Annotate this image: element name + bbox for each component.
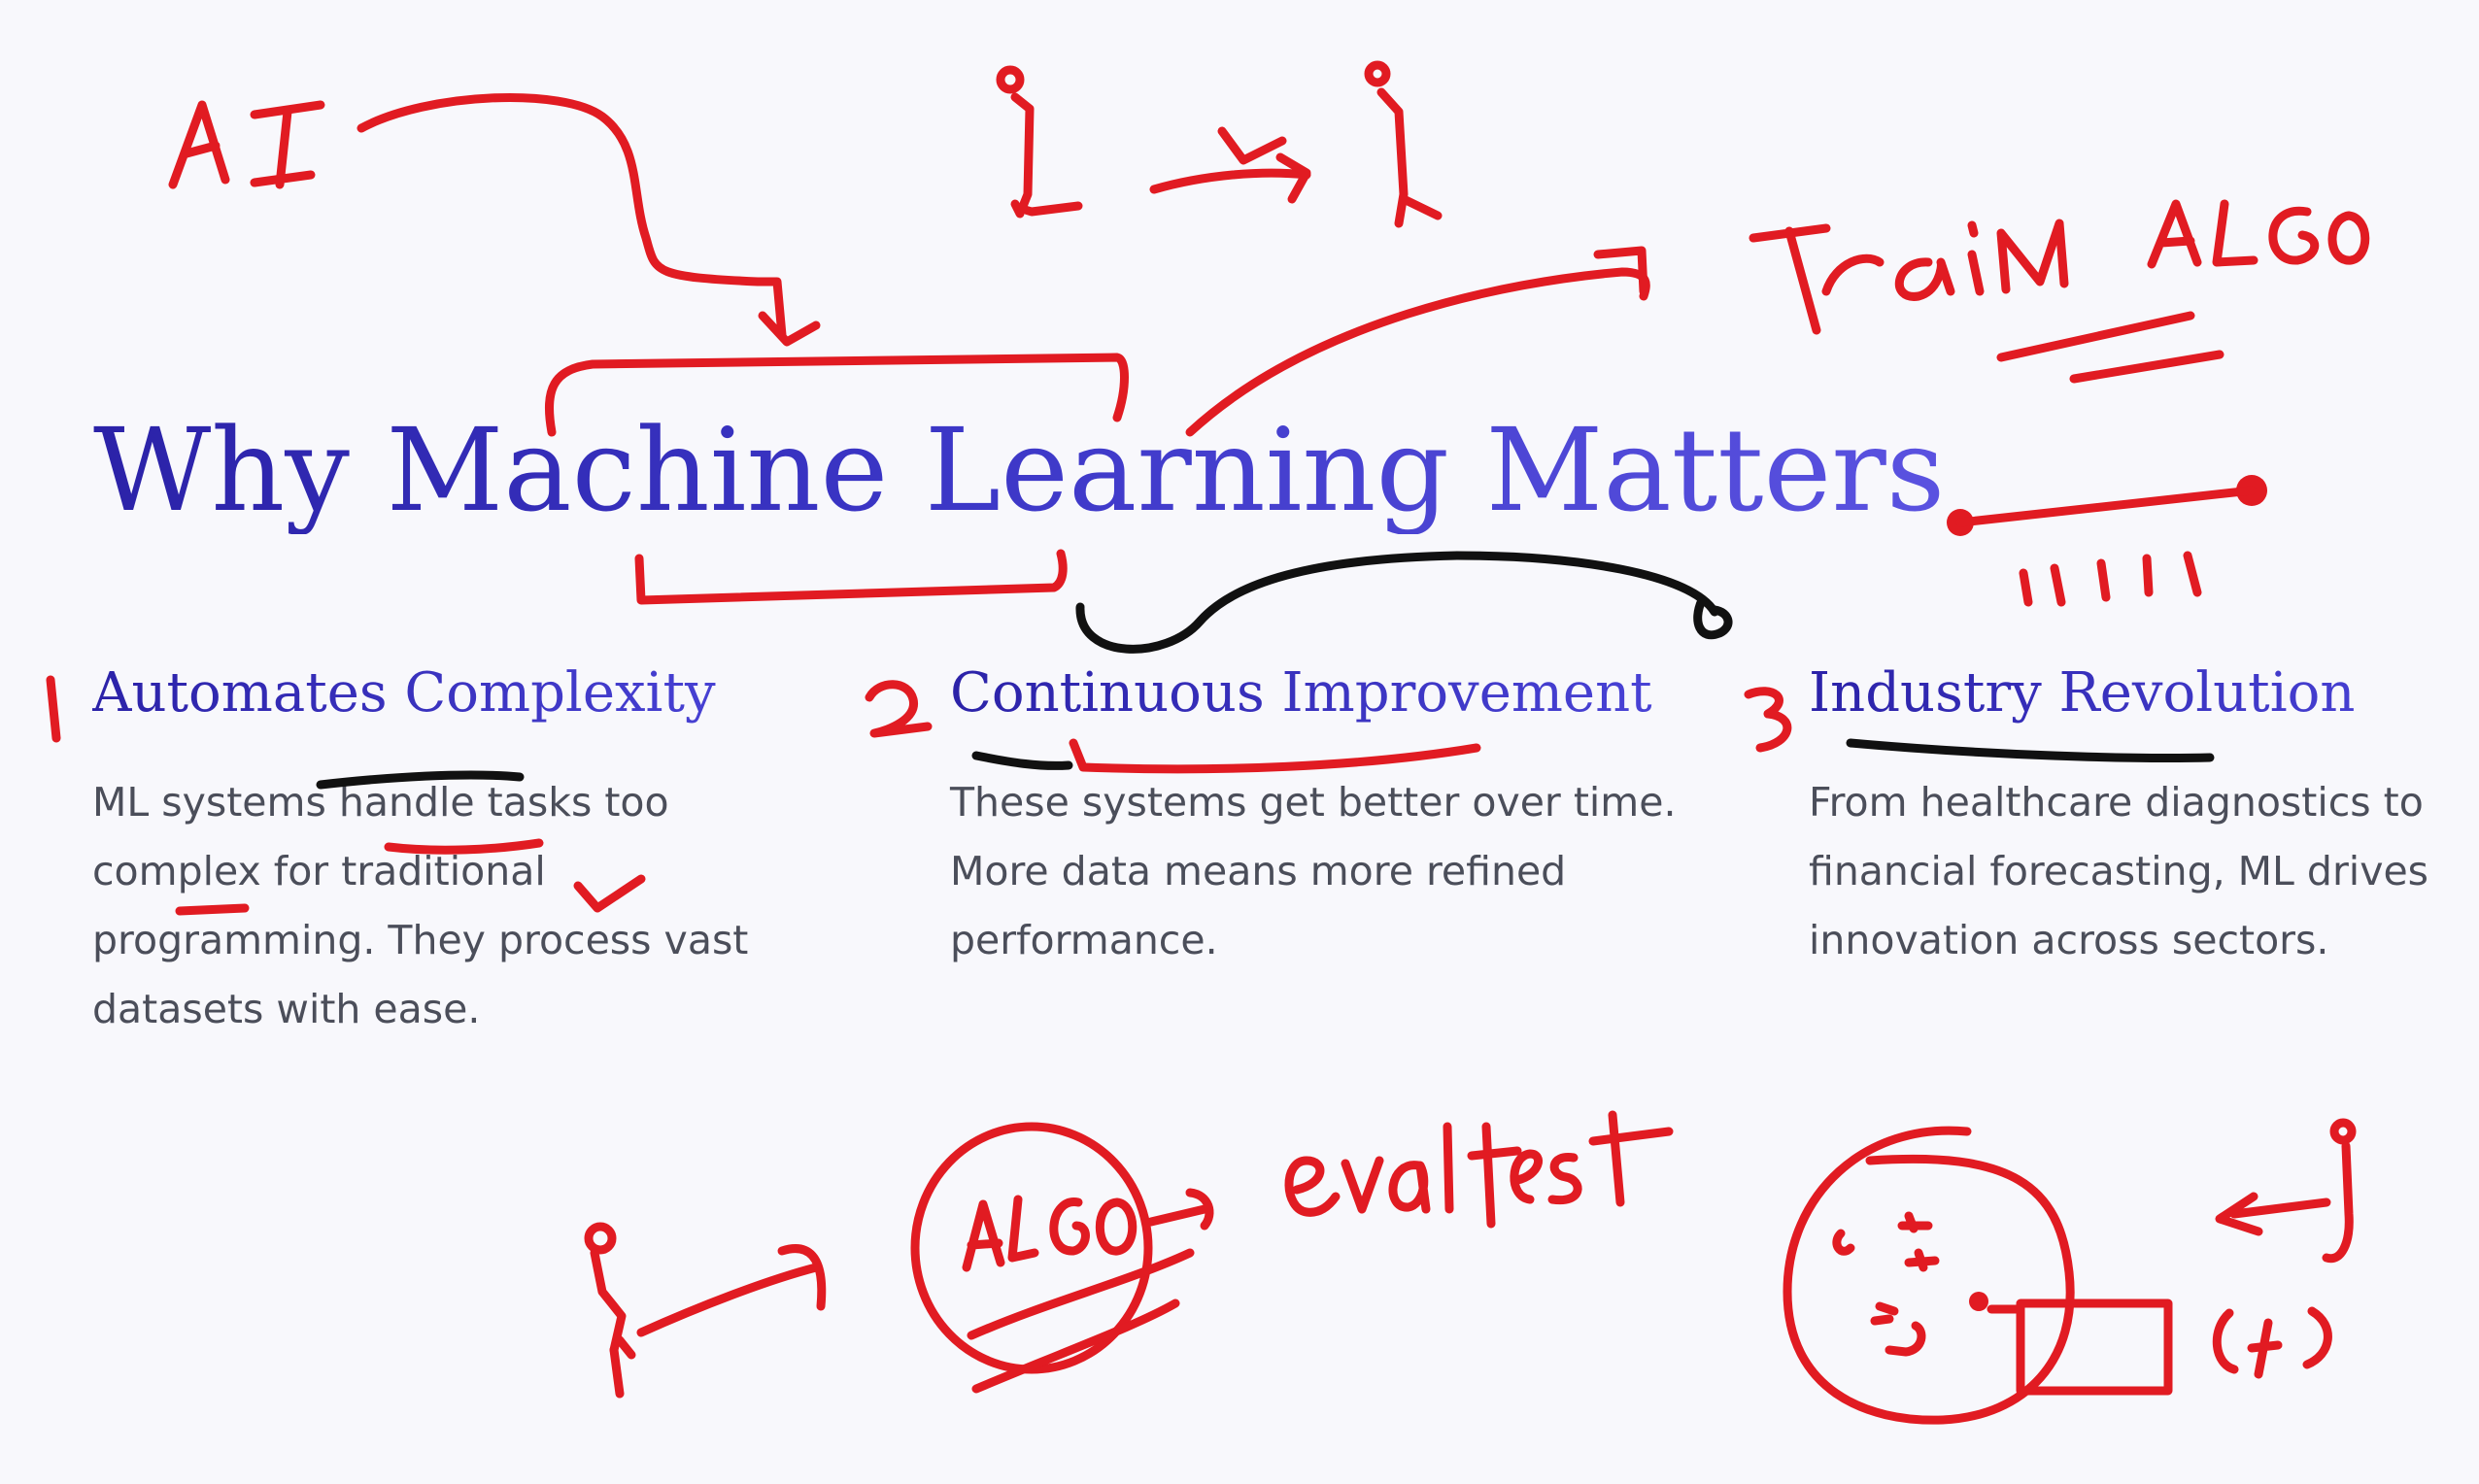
slide: Why Machine Learning Matters Automates C… — [0, 0, 2479, 1484]
annotation-train-algo — [1749, 199, 2370, 384]
black-arrow-head — [1693, 595, 1733, 640]
slide-title: Why Machine Learning Matters — [93, 403, 1946, 537]
column-body: ML systems handle tasks too complex for … — [92, 779, 749, 1033]
person-icons-top — [996, 60, 1443, 228]
annotation-line-dots — [1947, 475, 2267, 607]
annotation-cluster-diagram — [1783, 1118, 2357, 1425]
column-heading: Industry Revolution — [1809, 660, 2460, 725]
arrow-head — [1593, 246, 1648, 296]
annotation-person-arrow — [584, 1222, 827, 1399]
annotation-eval-test — [1284, 1110, 1674, 1229]
column-body: From healthcare diagnostics to financial… — [1809, 779, 2429, 964]
black-curve-arrow — [1075, 551, 1719, 654]
number-3 — [1744, 687, 1792, 753]
number-2 — [865, 680, 933, 738]
column-heading: Automates Complexity — [92, 660, 792, 725]
annotation-ai — [168, 93, 821, 347]
column-continuous-improvement: Continuous Improvement These systems get… — [950, 660, 1698, 975]
column-heading: Continuous Improvement — [950, 660, 1698, 725]
column-automates-complexity: Automates Complexity ML systems handle t… — [92, 660, 792, 1044]
column-industry-revolution: Industry Revolution From healthcare diag… — [1809, 660, 2460, 975]
annotation-algo-circle — [910, 1122, 1214, 1394]
column-body: These systems get better over time. More… — [950, 779, 1677, 964]
bracket-bottom — [634, 549, 1068, 605]
number-1 — [46, 675, 61, 743]
